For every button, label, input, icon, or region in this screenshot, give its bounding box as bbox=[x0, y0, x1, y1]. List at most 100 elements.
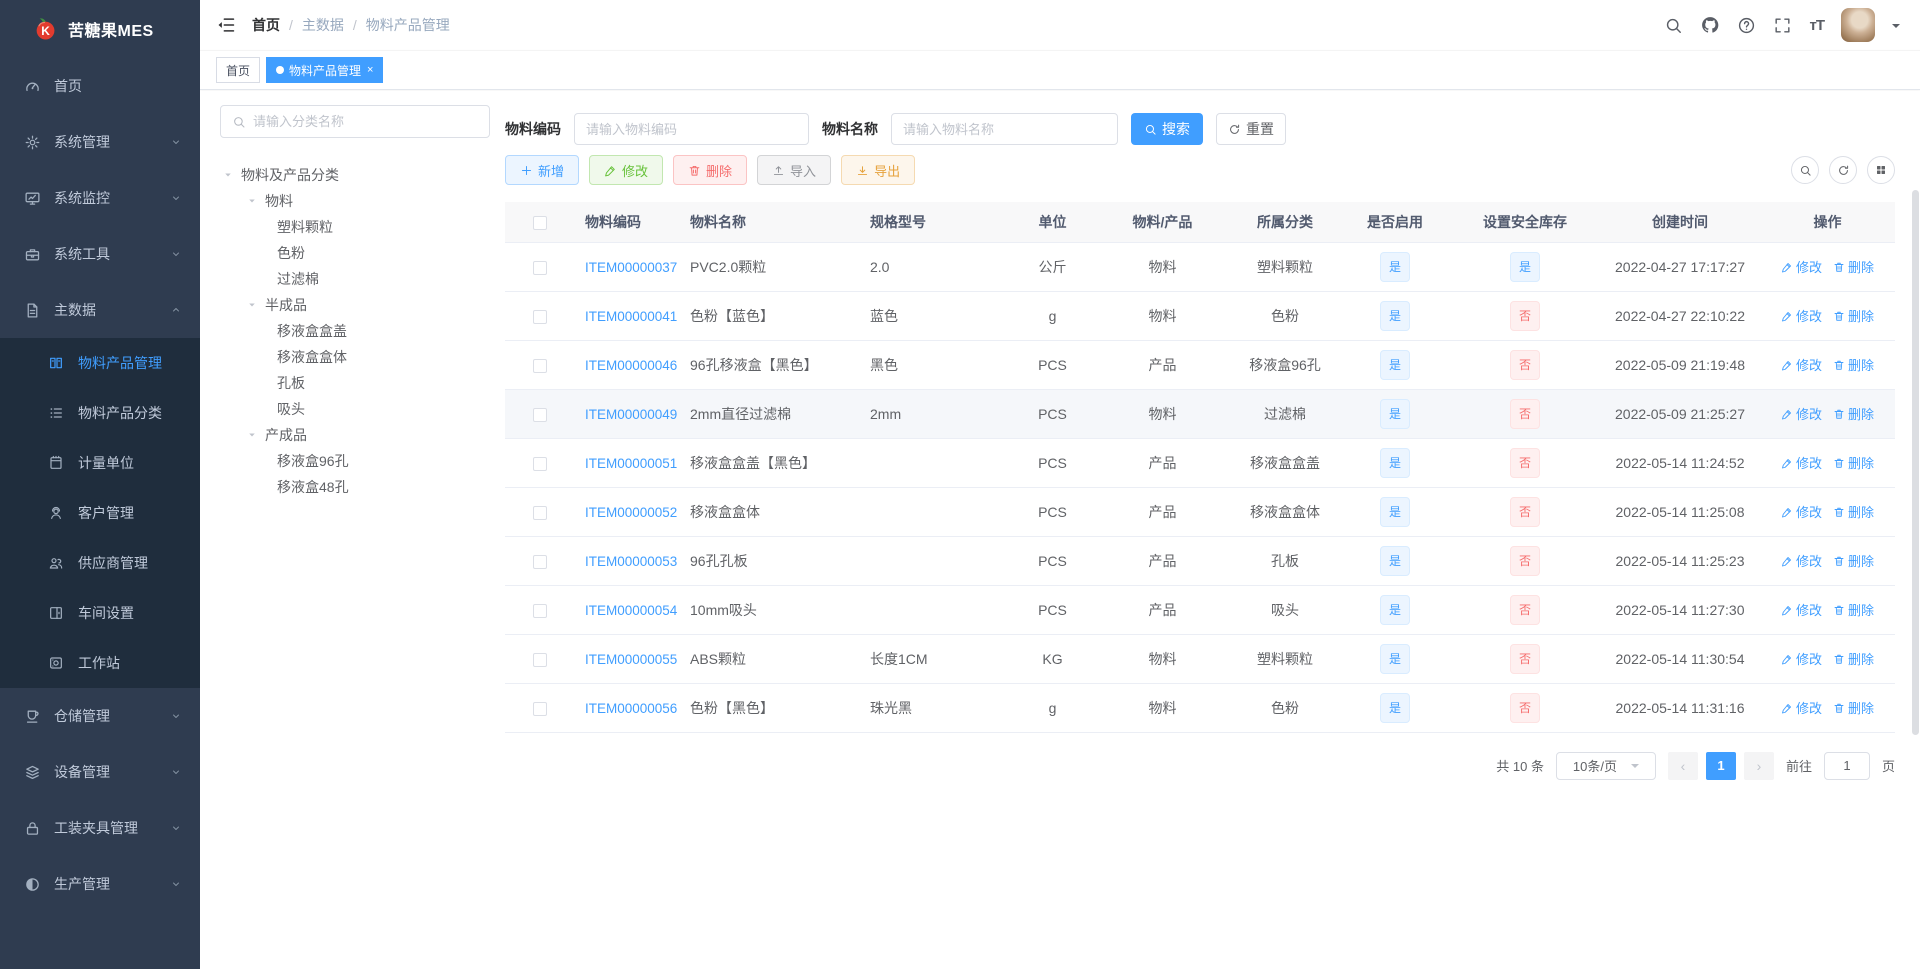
sidebar-item-tooling-fixture-management[interactable]: 工装夹具管理 bbox=[0, 800, 200, 856]
github-icon[interactable] bbox=[1700, 15, 1720, 35]
row-edit-link[interactable]: 修改 bbox=[1781, 355, 1822, 374]
row-checkbox[interactable] bbox=[533, 309, 547, 324]
item-code-link[interactable]: ITEM00000055 bbox=[585, 652, 677, 667]
breadcrumb-item[interactable]: 主数据 bbox=[302, 15, 344, 35]
row-edit-link[interactable]: 修改 bbox=[1781, 649, 1822, 668]
row-checkbox[interactable] bbox=[533, 603, 547, 618]
row-edit-link[interactable]: 修改 bbox=[1781, 551, 1822, 570]
row-delete-link[interactable]: 删除 bbox=[1833, 551, 1874, 570]
sidebar-item-home[interactable]: 首页 bbox=[0, 58, 200, 114]
sidebar-item-system-monitor[interactable]: 系统监控 bbox=[0, 170, 200, 226]
tree-node-root[interactable]: 物料及产品分类 bbox=[220, 162, 490, 188]
row-delete-link[interactable]: 删除 bbox=[1833, 600, 1874, 619]
sidebar-toggle-icon[interactable] bbox=[216, 15, 236, 35]
sidebar-item-material-product-management[interactable]: 物料产品管理 bbox=[0, 338, 200, 388]
name-filter-input[interactable] bbox=[891, 113, 1118, 145]
tree-node-leaf[interactable]: 色粉 bbox=[220, 240, 490, 266]
tree-node-leaf[interactable]: 移液盒盒盖 bbox=[220, 318, 490, 344]
fullscreen-icon[interactable] bbox=[1773, 16, 1792, 35]
goto-page-input[interactable] bbox=[1823, 751, 1870, 780]
tab-material-product-management[interactable]: 物料产品管理 × bbox=[266, 57, 384, 83]
sidebar-item-production-management[interactable]: 生产管理 bbox=[0, 856, 200, 912]
tree-node-leaf[interactable]: 过滤棉 bbox=[220, 266, 490, 292]
row-checkbox[interactable] bbox=[533, 358, 547, 373]
page-number-1[interactable]: 1 bbox=[1705, 751, 1736, 780]
breadcrumb-item[interactable]: 首页 bbox=[252, 15, 280, 35]
item-code-link[interactable]: ITEM00000053 bbox=[585, 554, 677, 569]
row-checkbox[interactable] bbox=[533, 652, 547, 667]
delete-button[interactable]: 删除 bbox=[673, 155, 748, 185]
row-delete-link[interactable]: 删除 bbox=[1833, 306, 1874, 325]
row-checkbox[interactable] bbox=[533, 260, 547, 275]
show-search-button[interactable] bbox=[1791, 156, 1819, 184]
sidebar-item-customer-management[interactable]: 客户管理 bbox=[0, 488, 200, 538]
code-filter-input[interactable] bbox=[574, 113, 809, 145]
import-button[interactable]: 导入 bbox=[757, 155, 832, 185]
tab-home[interactable]: 首页 bbox=[216, 57, 261, 83]
row-delete-link[interactable]: 删除 bbox=[1833, 257, 1874, 276]
edit-button[interactable]: 修改 bbox=[589, 155, 664, 185]
sidebar-item-equipment-management[interactable]: 设备管理 bbox=[0, 744, 200, 800]
close-icon[interactable]: × bbox=[367, 64, 373, 76]
sidebar-item-master-data[interactable]: 主数据 bbox=[0, 282, 200, 338]
sidebar-item-workshop-settings[interactable]: 车间设置 bbox=[0, 588, 200, 638]
item-code-link[interactable]: ITEM00000051 bbox=[585, 456, 677, 471]
user-menu-caret-icon[interactable] bbox=[1892, 23, 1900, 32]
breadcrumb-item[interactable]: 物料产品管理 bbox=[366, 15, 450, 35]
row-edit-link[interactable]: 修改 bbox=[1781, 698, 1822, 717]
page-size-select[interactable]: 10条/页 bbox=[1555, 751, 1656, 780]
item-code-link[interactable]: ITEM00000052 bbox=[585, 505, 677, 520]
search-button[interactable]: 搜索 bbox=[1131, 113, 1203, 145]
tree-node-leaf[interactable]: 移液盒48孔 bbox=[220, 474, 490, 500]
row-checkbox[interactable] bbox=[533, 554, 547, 569]
tree-expand-icon[interactable] bbox=[222, 169, 234, 181]
user-avatar[interactable] bbox=[1841, 8, 1875, 42]
font-size-icon[interactable]: тT bbox=[1809, 17, 1824, 34]
item-code-link[interactable]: ITEM00000041 bbox=[585, 309, 677, 324]
help-icon[interactable] bbox=[1737, 16, 1756, 35]
row-checkbox[interactable] bbox=[533, 407, 547, 422]
sidebar-item-system-management[interactable]: 系统管理 bbox=[0, 114, 200, 170]
tree-node-group[interactable]: 产成品 bbox=[220, 422, 490, 448]
row-edit-link[interactable]: 修改 bbox=[1781, 404, 1822, 423]
row-checkbox[interactable] bbox=[533, 505, 547, 520]
item-code-link[interactable]: ITEM00000049 bbox=[585, 407, 677, 422]
row-checkbox[interactable] bbox=[533, 456, 547, 471]
sidebar-item-measurement-unit[interactable]: 计量单位 bbox=[0, 438, 200, 488]
row-edit-link[interactable]: 修改 bbox=[1781, 453, 1822, 472]
sidebar-item-workstation[interactable]: 工作站 bbox=[0, 638, 200, 688]
tree-node-leaf[interactable]: 塑料颗粒 bbox=[220, 214, 490, 240]
row-edit-link[interactable]: 修改 bbox=[1781, 600, 1822, 619]
item-code-link[interactable]: ITEM00000054 bbox=[585, 603, 677, 618]
sidebar-item-system-tools[interactable]: 系统工具 bbox=[0, 226, 200, 282]
item-code-link[interactable]: ITEM00000056 bbox=[585, 701, 677, 716]
item-code-link[interactable]: ITEM00000037 bbox=[585, 260, 677, 275]
reset-button[interactable]: 重置 bbox=[1216, 113, 1286, 145]
row-delete-link[interactable]: 删除 bbox=[1833, 698, 1874, 717]
refresh-table-button[interactable] bbox=[1829, 156, 1857, 184]
export-button[interactable]: 导出 bbox=[841, 155, 916, 185]
sidebar-item-material-product-category[interactable]: 物料产品分类 bbox=[0, 388, 200, 438]
sidebar-item-warehouse-management[interactable]: 仓储管理 bbox=[0, 688, 200, 744]
search-icon[interactable] bbox=[1664, 16, 1683, 35]
tree-expand-icon[interactable] bbox=[246, 299, 258, 311]
select-all-checkbox[interactable] bbox=[533, 215, 547, 230]
row-edit-link[interactable]: 修改 bbox=[1781, 257, 1822, 276]
row-delete-link[interactable]: 删除 bbox=[1833, 502, 1874, 521]
tree-expand-icon[interactable] bbox=[246, 195, 258, 207]
tree-node-group[interactable]: 物料 bbox=[220, 188, 490, 214]
tree-node-leaf[interactable]: 孔板 bbox=[220, 370, 490, 396]
row-delete-link[interactable]: 删除 bbox=[1833, 453, 1874, 472]
row-delete-link[interactable]: 删除 bbox=[1833, 649, 1874, 668]
sidebar-item-supplier-management[interactable]: 供应商管理 bbox=[0, 538, 200, 588]
tree-node-group[interactable]: 半成品 bbox=[220, 292, 490, 318]
column-settings-button[interactable] bbox=[1867, 156, 1895, 184]
row-edit-link[interactable]: 修改 bbox=[1781, 502, 1822, 521]
prev-page-button[interactable]: ‹ bbox=[1667, 751, 1698, 780]
row-checkbox[interactable] bbox=[533, 701, 547, 716]
tree-node-leaf[interactable]: 吸头 bbox=[220, 396, 490, 422]
tree-node-leaf[interactable]: 移液盒盒体 bbox=[220, 344, 490, 370]
row-edit-link[interactable]: 修改 bbox=[1781, 306, 1822, 325]
item-code-link[interactable]: ITEM00000046 bbox=[585, 358, 677, 373]
add-button[interactable]: 新增 bbox=[505, 155, 580, 185]
